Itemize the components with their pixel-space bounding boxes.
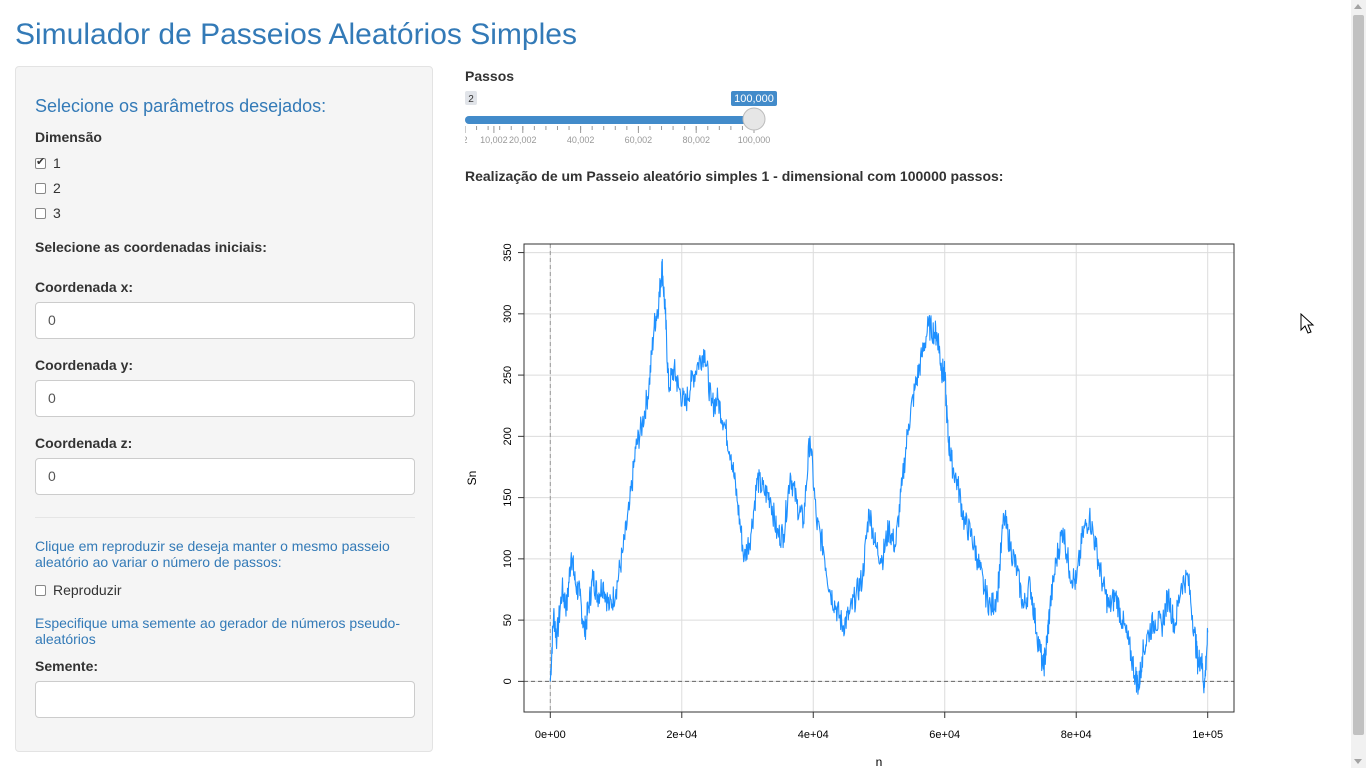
x-tick-label: 6e+04 [929, 729, 960, 741]
chart-series [549, 258, 1209, 695]
x-tick-label: 0e+00 [535, 729, 566, 741]
slider-min-badge: 2 [468, 94, 474, 105]
dimension-option-3[interactable]: 3 [35, 205, 61, 221]
y-tick-label: 0 [502, 678, 514, 684]
scroll-up-icon[interactable] [1354, 4, 1362, 9]
slider-tick-label: 10,002 [480, 135, 508, 145]
slider-tick-label: 100,000 [738, 135, 771, 145]
coord-y-input[interactable]: 0 [35, 380, 415, 417]
coords-heading: Selecione as coordenadas iniciais: [35, 239, 267, 255]
reproduce-help-text: Clique em reproduzir se deseja manter o … [35, 538, 390, 570]
slider-tick-label: 60,002 [625, 135, 653, 145]
steps-slider[interactable]: 2 100,000 2 10,00220,002 40,002 60,002 80,00… [465, 66, 785, 156]
slider-ticks: 2 10,00220,002 40,002 60,002 80,002 100,000 [465, 126, 770, 145]
coord-z-input[interactable]: 0 [35, 458, 415, 495]
dimension-option-label: 3 [53, 205, 61, 221]
coord-z-label: Coordenada z: [35, 435, 133, 451]
y-tick-label: 150 [502, 488, 514, 506]
scroll-thumb[interactable] [1353, 15, 1364, 735]
sidebar-heading: Selecione os parâmetros desejados: [35, 96, 327, 116]
slider-tick-label: 40,002 [567, 135, 595, 145]
dimension-option-2[interactable]: 2 [35, 180, 61, 196]
x-tick-label: 2e+04 [666, 729, 697, 741]
y-axis-label: Sn [465, 471, 479, 486]
y-tick-label: 350 [502, 243, 514, 261]
steps-slider-group: Passos 2 100,000 210,00220,00240,00260,0… [465, 66, 785, 156]
page-title: Simulador de Passeios Aleatórios Simples [15, 18, 577, 51]
x-axis-label: n [876, 755, 883, 769]
plot-title: Realização de um Passeio aleatório simpl… [465, 168, 1004, 184]
x-tick-label: 4e+04 [798, 729, 829, 741]
dimension-option-1[interactable]: 1 [35, 155, 61, 171]
coord-x-input[interactable]: 0 [35, 302, 415, 339]
chart-grid [524, 244, 1234, 712]
y-tick-label: 250 [502, 366, 514, 384]
slider-tick-label: 2 [465, 135, 468, 145]
seed-label: Semente: [35, 658, 99, 674]
slider-tick-label: 20,002 [509, 135, 537, 145]
reproduce-checkbox[interactable]: Reproduzir [35, 582, 121, 598]
random-walk-chart: 0e+00 2e+04 4e+04 6e+04 8e+04 1e+05 0 50 100 150 2… [465, 243, 1235, 769]
y-tick-label: 200 [502, 427, 514, 445]
coord-x-label: Coordenada x: [35, 279, 134, 295]
checkbox-icon[interactable] [35, 207, 46, 219]
chart-axes: 0e+00 2e+04 4e+04 6e+04 8e+04 1e+05 0 50 100 150 2… [502, 243, 1223, 741]
slider-handle[interactable] [742, 107, 766, 131]
dimension-label: Dimensão [35, 129, 102, 145]
mouse-cursor-icon [1300, 313, 1315, 334]
x-tick-label: 8e+04 [1061, 729, 1092, 741]
y-tick-label: 300 [502, 305, 514, 323]
y-tick-label: 50 [502, 614, 514, 626]
walk-series-line [549, 258, 1209, 695]
reproduce-label: Reproduzir [53, 582, 122, 598]
y-tick-label: 100 [502, 550, 514, 568]
checkbox-icon[interactable] [35, 182, 46, 194]
seed-input[interactable] [35, 681, 415, 718]
sidebar-panel: Selecione os parâmetros desejados: Dimen… [15, 66, 433, 752]
x-tick-label: 1e+05 [1192, 729, 1223, 741]
checkbox-icon[interactable] [35, 584, 46, 596]
checkbox-checked-icon[interactable] [35, 155, 46, 169]
divider [35, 517, 415, 518]
scroll-down-icon[interactable] [1354, 759, 1362, 764]
coord-y-label: Coordenada y: [35, 357, 134, 373]
slider-value-badge: 100,000 [734, 93, 774, 105]
slider-fill [465, 116, 754, 124]
slider-tick-label: 80,002 [682, 135, 710, 145]
dimension-option-label: 1 [53, 155, 61, 171]
dimension-option-label: 2 [53, 180, 61, 196]
page-scrollbar[interactable] [1351, 0, 1366, 768]
seed-help-text: Especifique uma semente ao gerador de nú… [35, 615, 400, 647]
